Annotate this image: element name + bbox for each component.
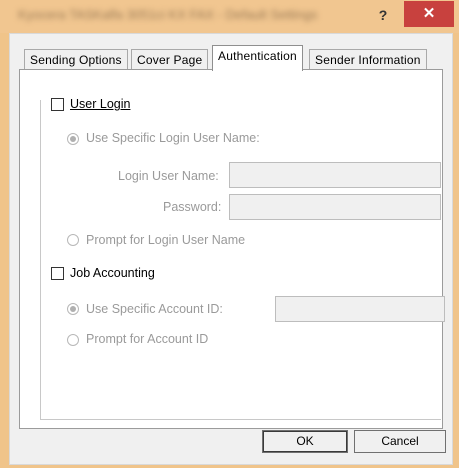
job-accounting-checkbox[interactable] <box>51 267 64 280</box>
login-user-name-field[interactable] <box>229 162 441 188</box>
account-id-field[interactable] <box>275 296 445 322</box>
window-title: Kyocera TASKalfa 3051ci KX FAX - Default… <box>18 7 318 22</box>
login-user-name-label: Login User Name: <box>118 169 219 183</box>
job-accounting-label[interactable]: Job Accounting <box>70 266 155 280</box>
ok-button[interactable]: OK <box>262 430 348 453</box>
help-button[interactable]: ? <box>366 4 400 28</box>
password-field[interactable] <box>229 194 441 220</box>
password-label: Password: <box>163 200 222 214</box>
prompt-login-label[interactable]: Prompt for Login User Name <box>86 233 245 247</box>
user-login-label[interactable]: User Login <box>70 97 130 111</box>
prompt-login-radio[interactable] <box>67 234 79 246</box>
title-bar: Kyocera TASKalfa 3051ci KX FAX - Default… <box>0 0 459 33</box>
use-specific-account-radio[interactable] <box>67 303 79 315</box>
tab-sender-information[interactable]: Sender Information <box>309 49 427 70</box>
tab-authentication[interactable]: Authentication <box>212 45 303 71</box>
prompt-account-radio[interactable] <box>67 334 79 346</box>
cancel-button[interactable]: Cancel <box>354 430 446 453</box>
tab-cover-page[interactable]: Cover Page <box>131 49 209 70</box>
user-login-checkbox[interactable] <box>51 98 64 111</box>
use-specific-account-label[interactable]: Use Specific Account ID: <box>86 302 223 316</box>
tab-sending-options[interactable]: Sending Options <box>24 49 128 70</box>
panel-inner-border-left <box>40 100 41 420</box>
use-specific-login-label[interactable]: Use Specific Login User Name: <box>86 131 260 145</box>
authentication-panel <box>19 69 443 429</box>
panel-inner-border-bottom <box>40 419 441 420</box>
dialog-window: Kyocera TASKalfa 3051ci KX FAX - Default… <box>0 0 459 468</box>
prompt-account-label[interactable]: Prompt for Account ID <box>86 332 208 346</box>
close-button[interactable]: ✕ <box>404 1 454 27</box>
use-specific-login-radio[interactable] <box>67 133 79 145</box>
